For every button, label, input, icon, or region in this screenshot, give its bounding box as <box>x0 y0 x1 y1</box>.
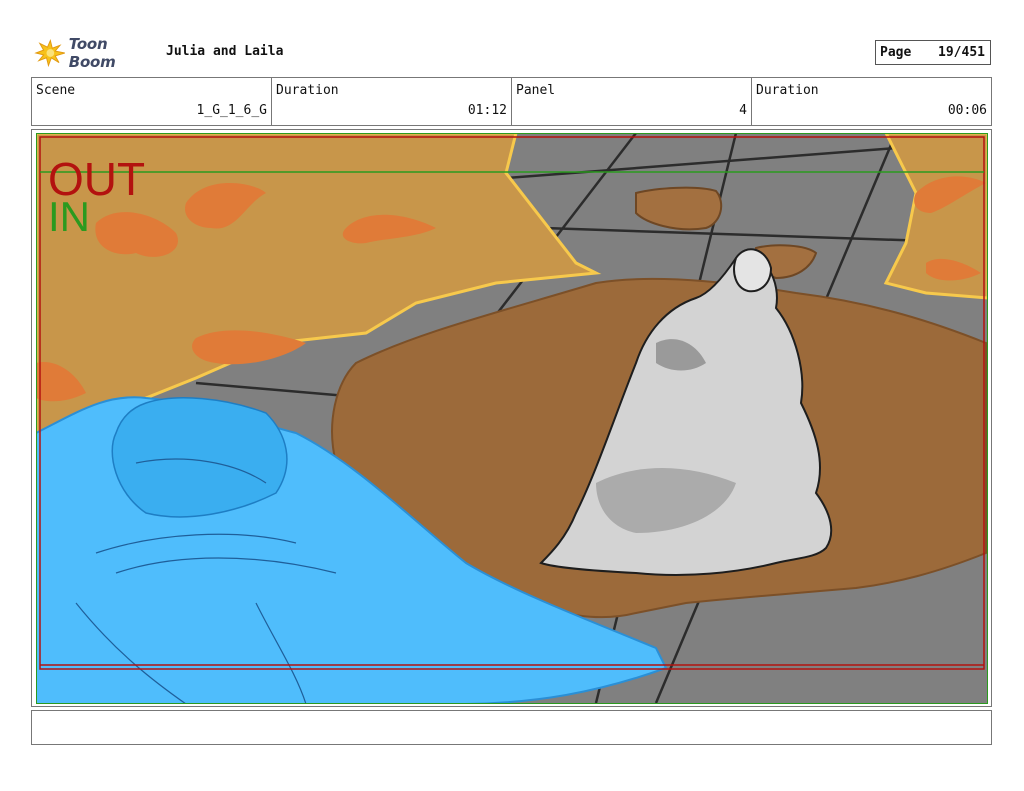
toon-boom-logo: Toon Boom <box>34 35 156 71</box>
panel-info-row: Scene 1_G_1_6_G Duration 01:12 Panel 4 D… <box>31 77 992 126</box>
logo-wordmark: Toon Boom <box>68 35 116 71</box>
in-marker: IN <box>48 193 90 240</box>
scene-label: Scene <box>36 83 76 98</box>
project-title: Julia and Laila <box>166 44 284 59</box>
page-number: 19/451 <box>938 45 985 60</box>
storyboard-panel: OUT IN <box>31 129 992 707</box>
panel-value: 4 <box>739 103 747 118</box>
toon-boom-burst-icon <box>34 38 65 68</box>
panel-duration-label: Duration <box>756 83 819 98</box>
panel-cell: Panel 4 <box>512 78 752 125</box>
panel-duration-value: 00:06 <box>947 103 987 118</box>
panel-label: Panel <box>516 83 556 98</box>
page-indicator: Page 19/451 <box>875 40 991 65</box>
panel-duration-cell: Duration 00:06 <box>752 78 991 125</box>
scene-duration-label: Duration <box>276 83 339 98</box>
scene-cell: Scene 1_G_1_6_G <box>32 78 272 125</box>
panel-artwork: OUT IN <box>36 133 988 704</box>
page-label: Page <box>880 45 912 60</box>
panel-notes <box>31 710 992 745</box>
scene-duration-value: 01:12 <box>467 103 507 118</box>
scene-value: 1_G_1_6_G <box>196 103 267 118</box>
scene-duration-cell: Duration 01:12 <box>272 78 512 125</box>
